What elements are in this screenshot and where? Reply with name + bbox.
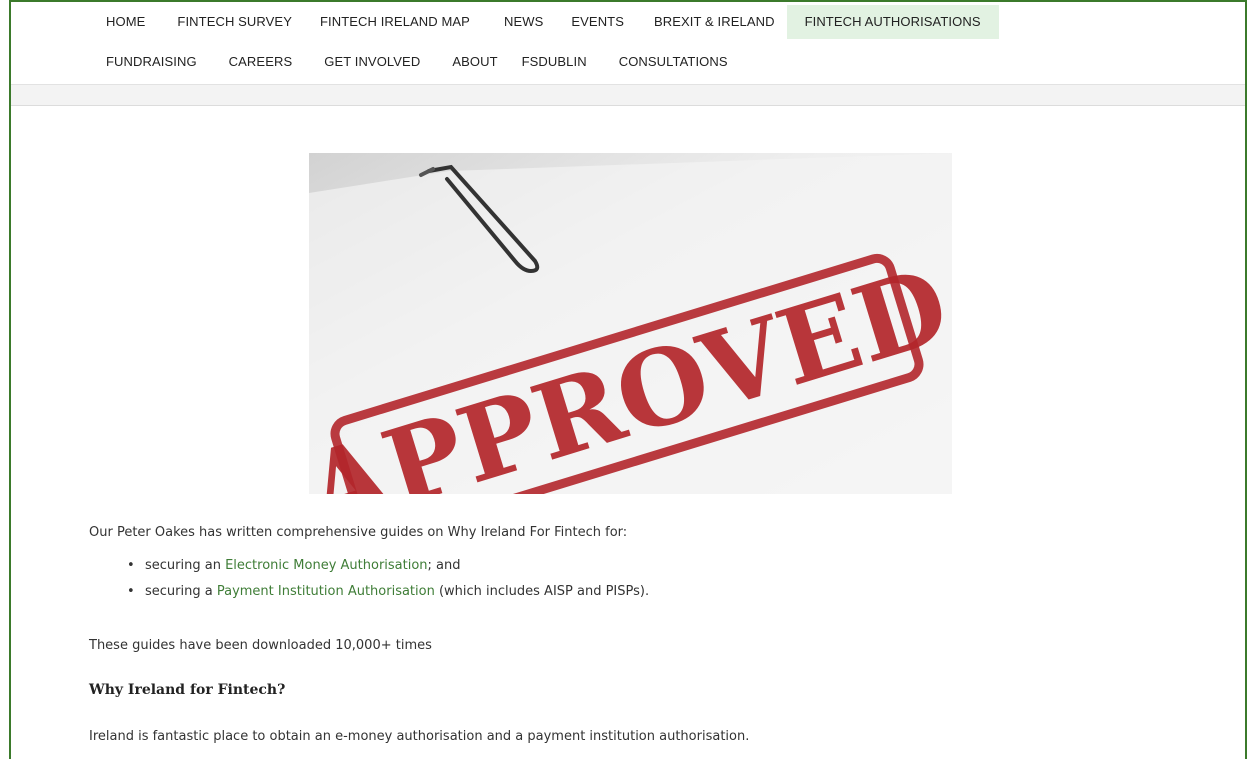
list-item: securing a Payment Institution Authorisa… (125, 579, 649, 605)
nav-item-fintech-survey[interactable]: FINTECH SURVEY (167, 5, 310, 39)
nav-item-home[interactable]: HOME (96, 5, 167, 39)
nav-item-careers[interactable]: CAREERS (219, 45, 315, 79)
nav-item-fintech-ireland-map[interactable]: FINTECH IRELAND MAP (310, 5, 494, 39)
nav-item-about[interactable]: ABOUT (442, 45, 511, 79)
nav-item-brexit-ireland[interactable]: BREXIT & IRELAND (644, 5, 787, 39)
nav-item-fsdublin[interactable]: FSDUBLIN (512, 45, 609, 79)
approved-stamp-image: APPROVED (309, 153, 952, 494)
intro-text: Our Peter Oakes has written comprehensiv… (89, 525, 628, 540)
main-navigation: HOME FINTECH SURVEY FINTECH IRELAND MAP … (96, 0, 1196, 82)
electronic-money-authorisation-link[interactable]: Electronic Money Authorisation (225, 558, 427, 573)
section-paragraph: Ireland is fantastic place to obtain an … (89, 729, 750, 744)
nav-item-fintech-authorisations[interactable]: FINTECH AUTHORISATIONS (786, 5, 999, 39)
payment-institution-authorisation-link[interactable]: Payment Institution Authorisation (217, 584, 435, 599)
nav-item-news[interactable]: NEWS (494, 5, 561, 39)
guides-list: securing an Electronic Money Authorisati… (125, 553, 649, 605)
nav-row-1: HOME FINTECH SURVEY FINTECH IRELAND MAP … (96, 2, 1196, 42)
approved-stamp-illustration: APPROVED (309, 153, 952, 494)
list-item: securing an Electronic Money Authorisati… (125, 553, 649, 579)
nav-item-consultations[interactable]: CONSULTATIONS (609, 45, 738, 79)
nav-item-events[interactable]: EVENTS (561, 5, 644, 39)
nav-item-get-involved[interactable]: GET INVOLVED (314, 45, 442, 79)
downloads-text: These guides have been downloaded 10,000… (89, 638, 432, 653)
nav-item-fundraising[interactable]: FUNDRAISING (96, 45, 219, 79)
sub-navigation-bar (11, 84, 1245, 106)
nav-row-2: FUNDRAISING CAREERS GET INVOLVED ABOUT F… (96, 42, 1196, 82)
section-heading: Why Ireland for Fintech? (89, 682, 286, 698)
